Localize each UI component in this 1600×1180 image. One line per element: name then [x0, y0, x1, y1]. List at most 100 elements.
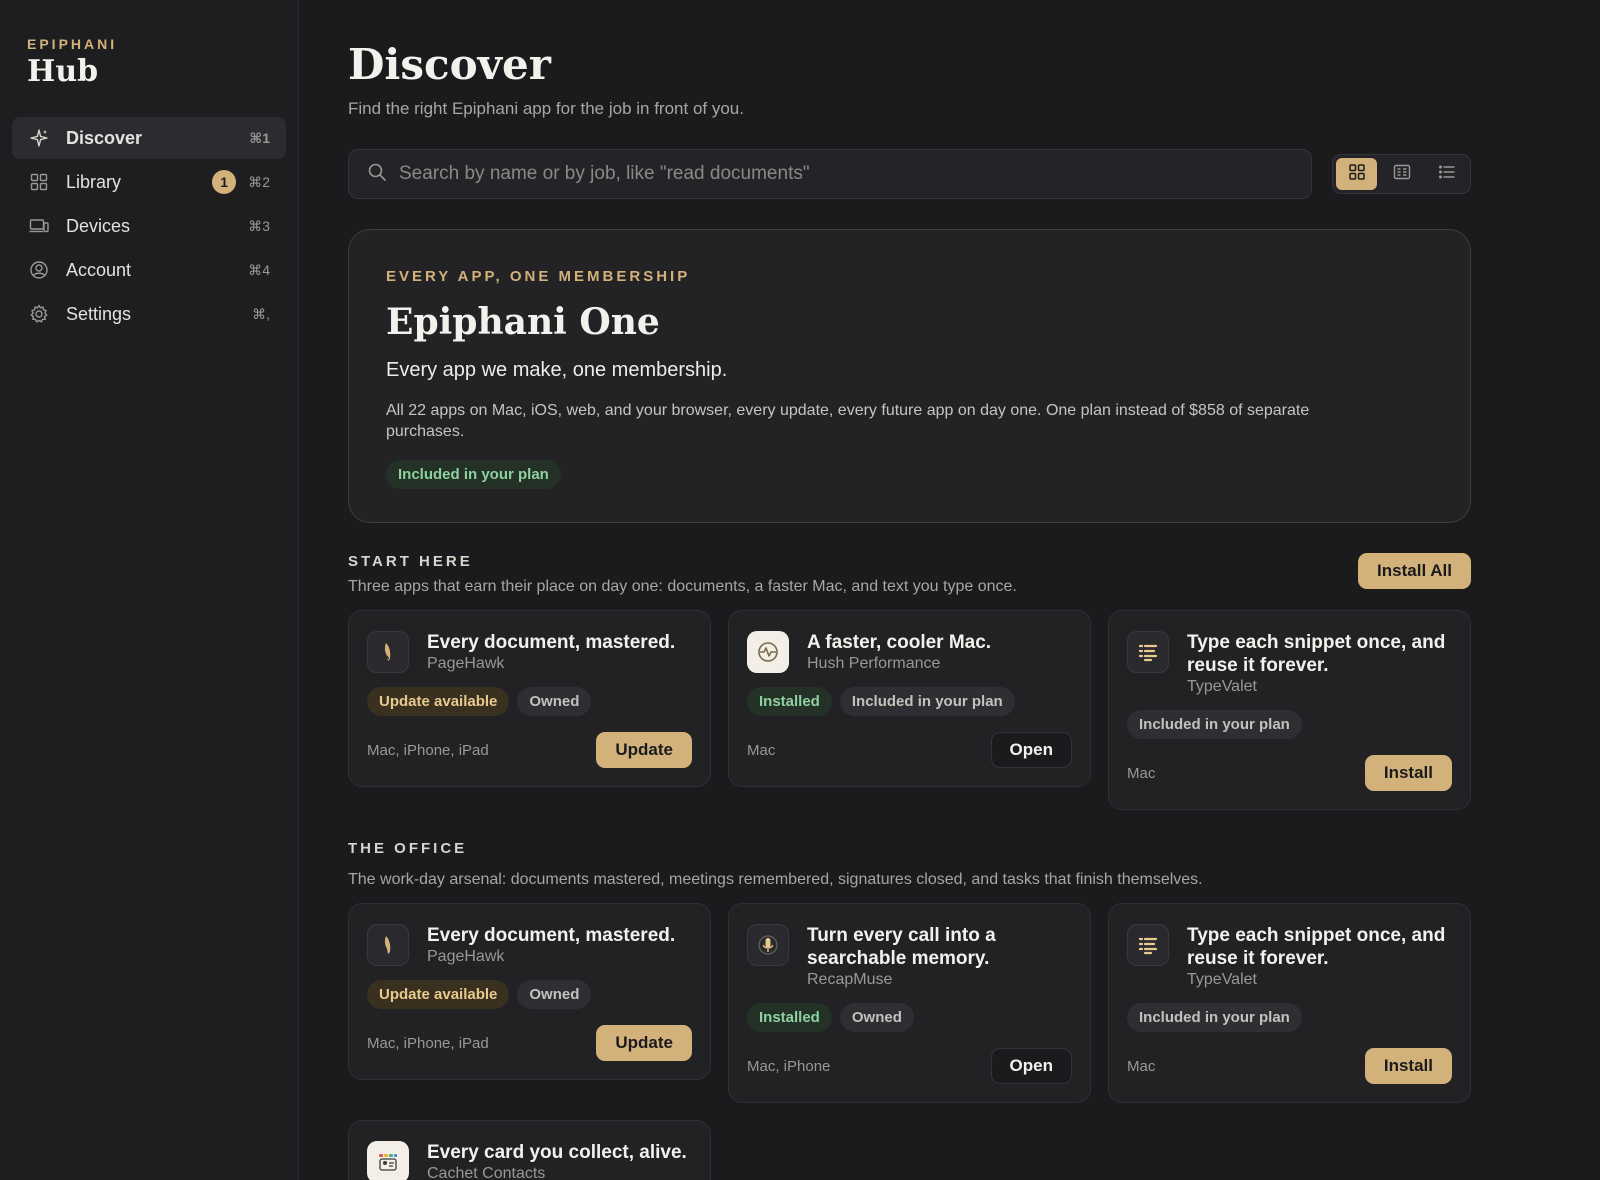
- sidebar-item-discover[interactable]: Discover ⌘1: [12, 117, 286, 159]
- sidebar-item-label: Library: [66, 171, 122, 192]
- app-card-cachet-contacts[interactable]: Every card you collect, alive. Cachet Co…: [348, 1120, 711, 1180]
- card-app-name: Cachet Contacts: [427, 1165, 546, 1180]
- plan-status-badge: Included in your plan: [386, 460, 561, 489]
- card-title: Every document, mastered.: [427, 632, 676, 653]
- card-list-icon: [1393, 163, 1411, 186]
- card-title: Every card you collect, alive.: [427, 1142, 687, 1163]
- card-platforms: Mac: [1127, 1057, 1156, 1075]
- app-card-typevalet[interactable]: Type each snippet once, and reuse it for…: [1108, 903, 1471, 1103]
- grid-view-button[interactable]: [1336, 158, 1377, 190]
- card-platforms: Mac: [1127, 764, 1156, 782]
- page-subtitle: Find the right Epiphani app for the job …: [348, 99, 744, 118]
- card-platforms: Mac, iPhone: [747, 1057, 831, 1075]
- card-view-button[interactable]: [1381, 158, 1422, 190]
- devices-icon: [28, 215, 50, 237]
- grid-icon: [28, 171, 50, 193]
- open-button[interactable]: Open: [990, 732, 1072, 768]
- typevalet-app-icon: [1127, 924, 1169, 966]
- installed-badge: Installed: [747, 1003, 832, 1032]
- card-title: Type each snippet once, and reuse it for…: [1187, 925, 1446, 969]
- main-content: Discover Find the right Epiphani app for…: [299, 0, 1600, 1180]
- sidebar-item-settings[interactable]: Settings ⌘,: [12, 293, 286, 335]
- sidebar-item-account[interactable]: Account ⌘4: [12, 249, 286, 291]
- count-badge: 1: [212, 170, 237, 194]
- update-button[interactable]: Update: [596, 1025, 692, 1061]
- app-card-typevalet[interactable]: Type each snippet once, and reuse it for…: [1108, 610, 1471, 810]
- app-card-hush-performance[interactable]: A faster, cooler Mac. Hush Performance I…: [728, 610, 1091, 787]
- sidebar-nav: Discover ⌘1 Library 1 ⌘2 Devices ⌘3 Acco…: [12, 117, 286, 335]
- sidebar: EPIPHANI Hub Discover ⌘1 Library 1 ⌘2 De…: [0, 0, 299, 1180]
- app-card-pagehawk[interactable]: Every document, mastered. PageHawk Updat…: [348, 903, 711, 1080]
- recapmuse-app-icon: [747, 924, 789, 966]
- section-title: START HERE: [348, 553, 473, 570]
- sidebar-item-library[interactable]: Library 1 ⌘2: [12, 161, 286, 203]
- list-icon: [1438, 163, 1456, 186]
- sidebar-item-label: Settings: [66, 303, 132, 324]
- card-title: Turn every call into a searchable memory…: [807, 925, 996, 969]
- hero-title: Epiphani One: [386, 301, 660, 343]
- card-app-name: TypeValet: [1187, 678, 1257, 695]
- hero-eyebrow: EVERY APP, ONE MEMBERSHIP: [386, 268, 691, 285]
- search-icon: [367, 162, 387, 187]
- start-here-section: START HERE Three apps that earn their pl…: [348, 553, 1471, 810]
- pagehawk-app-icon: [367, 924, 409, 966]
- grid-icon: [1348, 163, 1366, 186]
- ownership-badge: Owned: [517, 687, 592, 716]
- membership-hero[interactable]: EVERY APP, ONE MEMBERSHIP Epiphani One E…: [348, 229, 1471, 523]
- office-section: THE OFFICE The work-day arsenal: documen…: [348, 840, 1471, 1180]
- installed-badge: Installed: [747, 687, 832, 716]
- sidebar-item-label: Discover: [66, 127, 143, 148]
- section-description: Three apps that earn their place on day …: [348, 578, 1017, 595]
- app-card-recapmuse[interactable]: Turn every call into a searchable memory…: [728, 903, 1091, 1103]
- view-toggle: [1332, 154, 1471, 194]
- card-app-name: PageHawk: [427, 948, 505, 965]
- brand-title: Hub: [27, 54, 99, 89]
- plan-badge: Included in your plan: [1127, 1003, 1302, 1032]
- install-all-button[interactable]: Install All: [1358, 553, 1471, 589]
- plan-badge: Included in your plan: [1127, 710, 1302, 739]
- card-platforms: Mac: [747, 741, 776, 759]
- search-input[interactable]: [399, 163, 1293, 185]
- sidebar-item-label: Account: [66, 259, 132, 280]
- ownership-badge: Owned: [839, 1003, 914, 1032]
- brand-eyebrow: EPIPHANI: [27, 36, 118, 52]
- card-title: A faster, cooler Mac.: [807, 632, 992, 653]
- search-row: [348, 149, 1471, 199]
- pagehawk-app-icon: [367, 631, 409, 673]
- install-button[interactable]: Install: [1364, 1048, 1452, 1084]
- card-app-name: PageHawk: [427, 655, 505, 672]
- shortcut-hint: ⌘4: [248, 261, 270, 278]
- hush-performance-app-icon: [747, 631, 789, 673]
- list-view-button[interactable]: [1426, 158, 1467, 190]
- open-button[interactable]: Open: [990, 1048, 1072, 1084]
- section-title: THE OFFICE: [348, 840, 468, 857]
- card-title: Type each snippet once, and reuse it for…: [1187, 632, 1446, 676]
- card-app-name: RecapMuse: [807, 971, 893, 988]
- sidebar-item-devices[interactable]: Devices ⌘3: [12, 205, 286, 247]
- install-button[interactable]: Install: [1364, 755, 1452, 791]
- card-platforms: Mac, iPhone, iPad: [367, 741, 489, 759]
- card-platforms: Mac, iPhone, iPad: [367, 1034, 489, 1052]
- ownership-badge: Owned: [517, 980, 592, 1009]
- shortcut-hint: ⌘3: [248, 217, 270, 234]
- hero-tagline: Every app we make, one membership.: [386, 359, 728, 381]
- section-description: The work-day arsenal: documents mastered…: [348, 871, 1203, 888]
- shortcut-hint: ⌘,: [252, 305, 270, 322]
- search-box[interactable]: [348, 149, 1312, 199]
- shortcut-hint: ⌘1: [249, 129, 270, 146]
- account-icon: [28, 259, 50, 281]
- card-app-name: TypeValet: [1187, 971, 1257, 988]
- cachet-contacts-app-icon: [367, 1141, 409, 1180]
- plan-badge: Included in your plan: [839, 687, 1015, 716]
- gear-icon: [28, 303, 50, 325]
- hero-body: All 22 apps on Mac, iOS, web, and your b…: [386, 402, 1310, 440]
- typevalet-app-icon: [1127, 631, 1169, 673]
- page-title: Discover: [348, 40, 551, 89]
- sidebar-item-label: Devices: [66, 215, 131, 236]
- card-title: Every document, mastered.: [427, 925, 676, 946]
- update-status-badge: Update available: [367, 687, 510, 716]
- update-button[interactable]: Update: [596, 732, 692, 768]
- sparkle-icon: [28, 127, 50, 149]
- app-card-pagehawk[interactable]: Every document, mastered. PageHawk Updat…: [348, 610, 711, 787]
- card-app-name: Hush Performance: [807, 655, 941, 672]
